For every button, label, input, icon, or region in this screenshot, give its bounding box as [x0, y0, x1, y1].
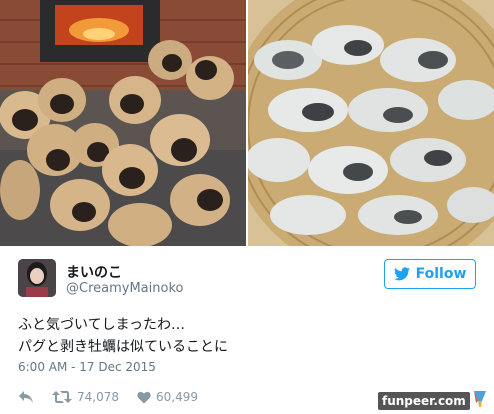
- retweet-icon: [52, 390, 72, 404]
- retweet-button[interactable]: 74,078: [52, 390, 119, 404]
- funpeer-logo-icon: [472, 389, 488, 413]
- reply-button[interactable]: [18, 390, 34, 404]
- twitter-bird-icon: [393, 267, 410, 281]
- tweet-actions: 74,078 60,499: [18, 388, 216, 406]
- watermark: funpeer.com: [378, 391, 486, 411]
- follow-button[interactable]: Follow: [384, 259, 476, 289]
- retweet-count: 74,078: [77, 390, 119, 404]
- watermark-text: funpeer.com: [378, 392, 470, 410]
- tweet-text-line: ふと気づいてしまったわ…: [18, 317, 186, 333]
- tweet-text: ふと気づいてしまったわ… パグと剥き牡蠣は似ていることに: [18, 314, 228, 358]
- tweet-timestamp[interactable]: 6:00 AM - 17 Dec 2015: [18, 360, 156, 374]
- reply-icon: [18, 390, 34, 404]
- user-handle[interactable]: @CreamyMainoko: [66, 281, 183, 296]
- pug-photo[interactable]: [0, 0, 246, 246]
- avatar[interactable]: [18, 259, 56, 297]
- follow-label: Follow: [415, 266, 467, 282]
- like-button[interactable]: 60,499: [137, 390, 198, 404]
- like-count: 60,499: [156, 390, 198, 404]
- display-name[interactable]: まいのこ: [66, 262, 122, 282]
- oyster-photo[interactable]: [248, 0, 494, 246]
- heart-icon: [137, 391, 151, 404]
- tweet-text-line: パグと剥き牡蠣は似ていることに: [18, 339, 228, 355]
- tweet-media: [0, 0, 494, 246]
